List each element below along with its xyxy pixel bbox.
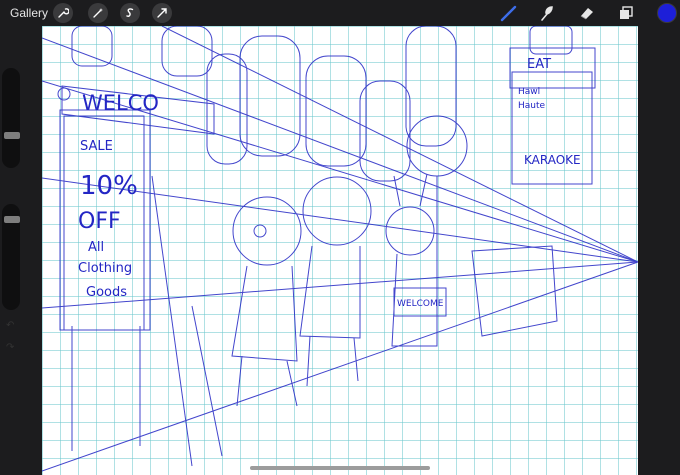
left-sidebar: ↶ ↷ — [0, 26, 42, 475]
layers-icon[interactable] — [615, 3, 637, 23]
selection-icon[interactable] — [120, 3, 140, 23]
eraser-icon[interactable] — [576, 3, 598, 23]
opacity-slider[interactable] — [2, 204, 20, 310]
gallery-button[interactable]: Gallery — [10, 6, 48, 20]
drawing-canvas[interactable]: WELCO SALE 10% OFF All Clothing Goods EA… — [42, 26, 638, 475]
welcome-banner-text: WELCO — [82, 91, 159, 115]
karaoke-text: KARAOKE — [524, 153, 581, 167]
undo-icon[interactable]: ↶ — [6, 320, 14, 331]
eat-sign-text: EAT — [527, 57, 551, 72]
sale-line-5: Clothing — [78, 261, 132, 276]
smudge-icon[interactable] — [536, 3, 558, 23]
welcome-board-text: WELCOME — [397, 299, 444, 309]
sale-line-3: OFF — [78, 209, 121, 234]
menu-line-2: Haute — [518, 101, 546, 111]
transform-arrow-icon[interactable] — [152, 3, 172, 23]
right-margin — [638, 26, 680, 475]
sketch-layer: WELCO SALE 10% OFF All Clothing Goods EA… — [42, 26, 638, 472]
top-toolbar: Gallery — [0, 0, 680, 26]
opacity-handle[interactable] — [4, 216, 20, 223]
wrench-icon[interactable] — [53, 3, 73, 23]
color-picker-button[interactable] — [657, 3, 677, 23]
menu-line-1: Hawl — [518, 87, 540, 97]
redo-icon[interactable]: ↷ — [6, 342, 14, 353]
sale-line-2: 10% — [80, 171, 138, 201]
brush-size-slider[interactable] — [2, 68, 20, 168]
magic-wand-icon[interactable] — [88, 3, 108, 23]
brush-icon[interactable] — [498, 3, 520, 23]
sale-line-6: Goods — [86, 285, 127, 300]
home-indicator — [250, 466, 430, 470]
sale-line-1: SALE — [80, 139, 113, 154]
sale-line-4: All — [88, 240, 104, 255]
brush-size-handle[interactable] — [4, 132, 20, 139]
